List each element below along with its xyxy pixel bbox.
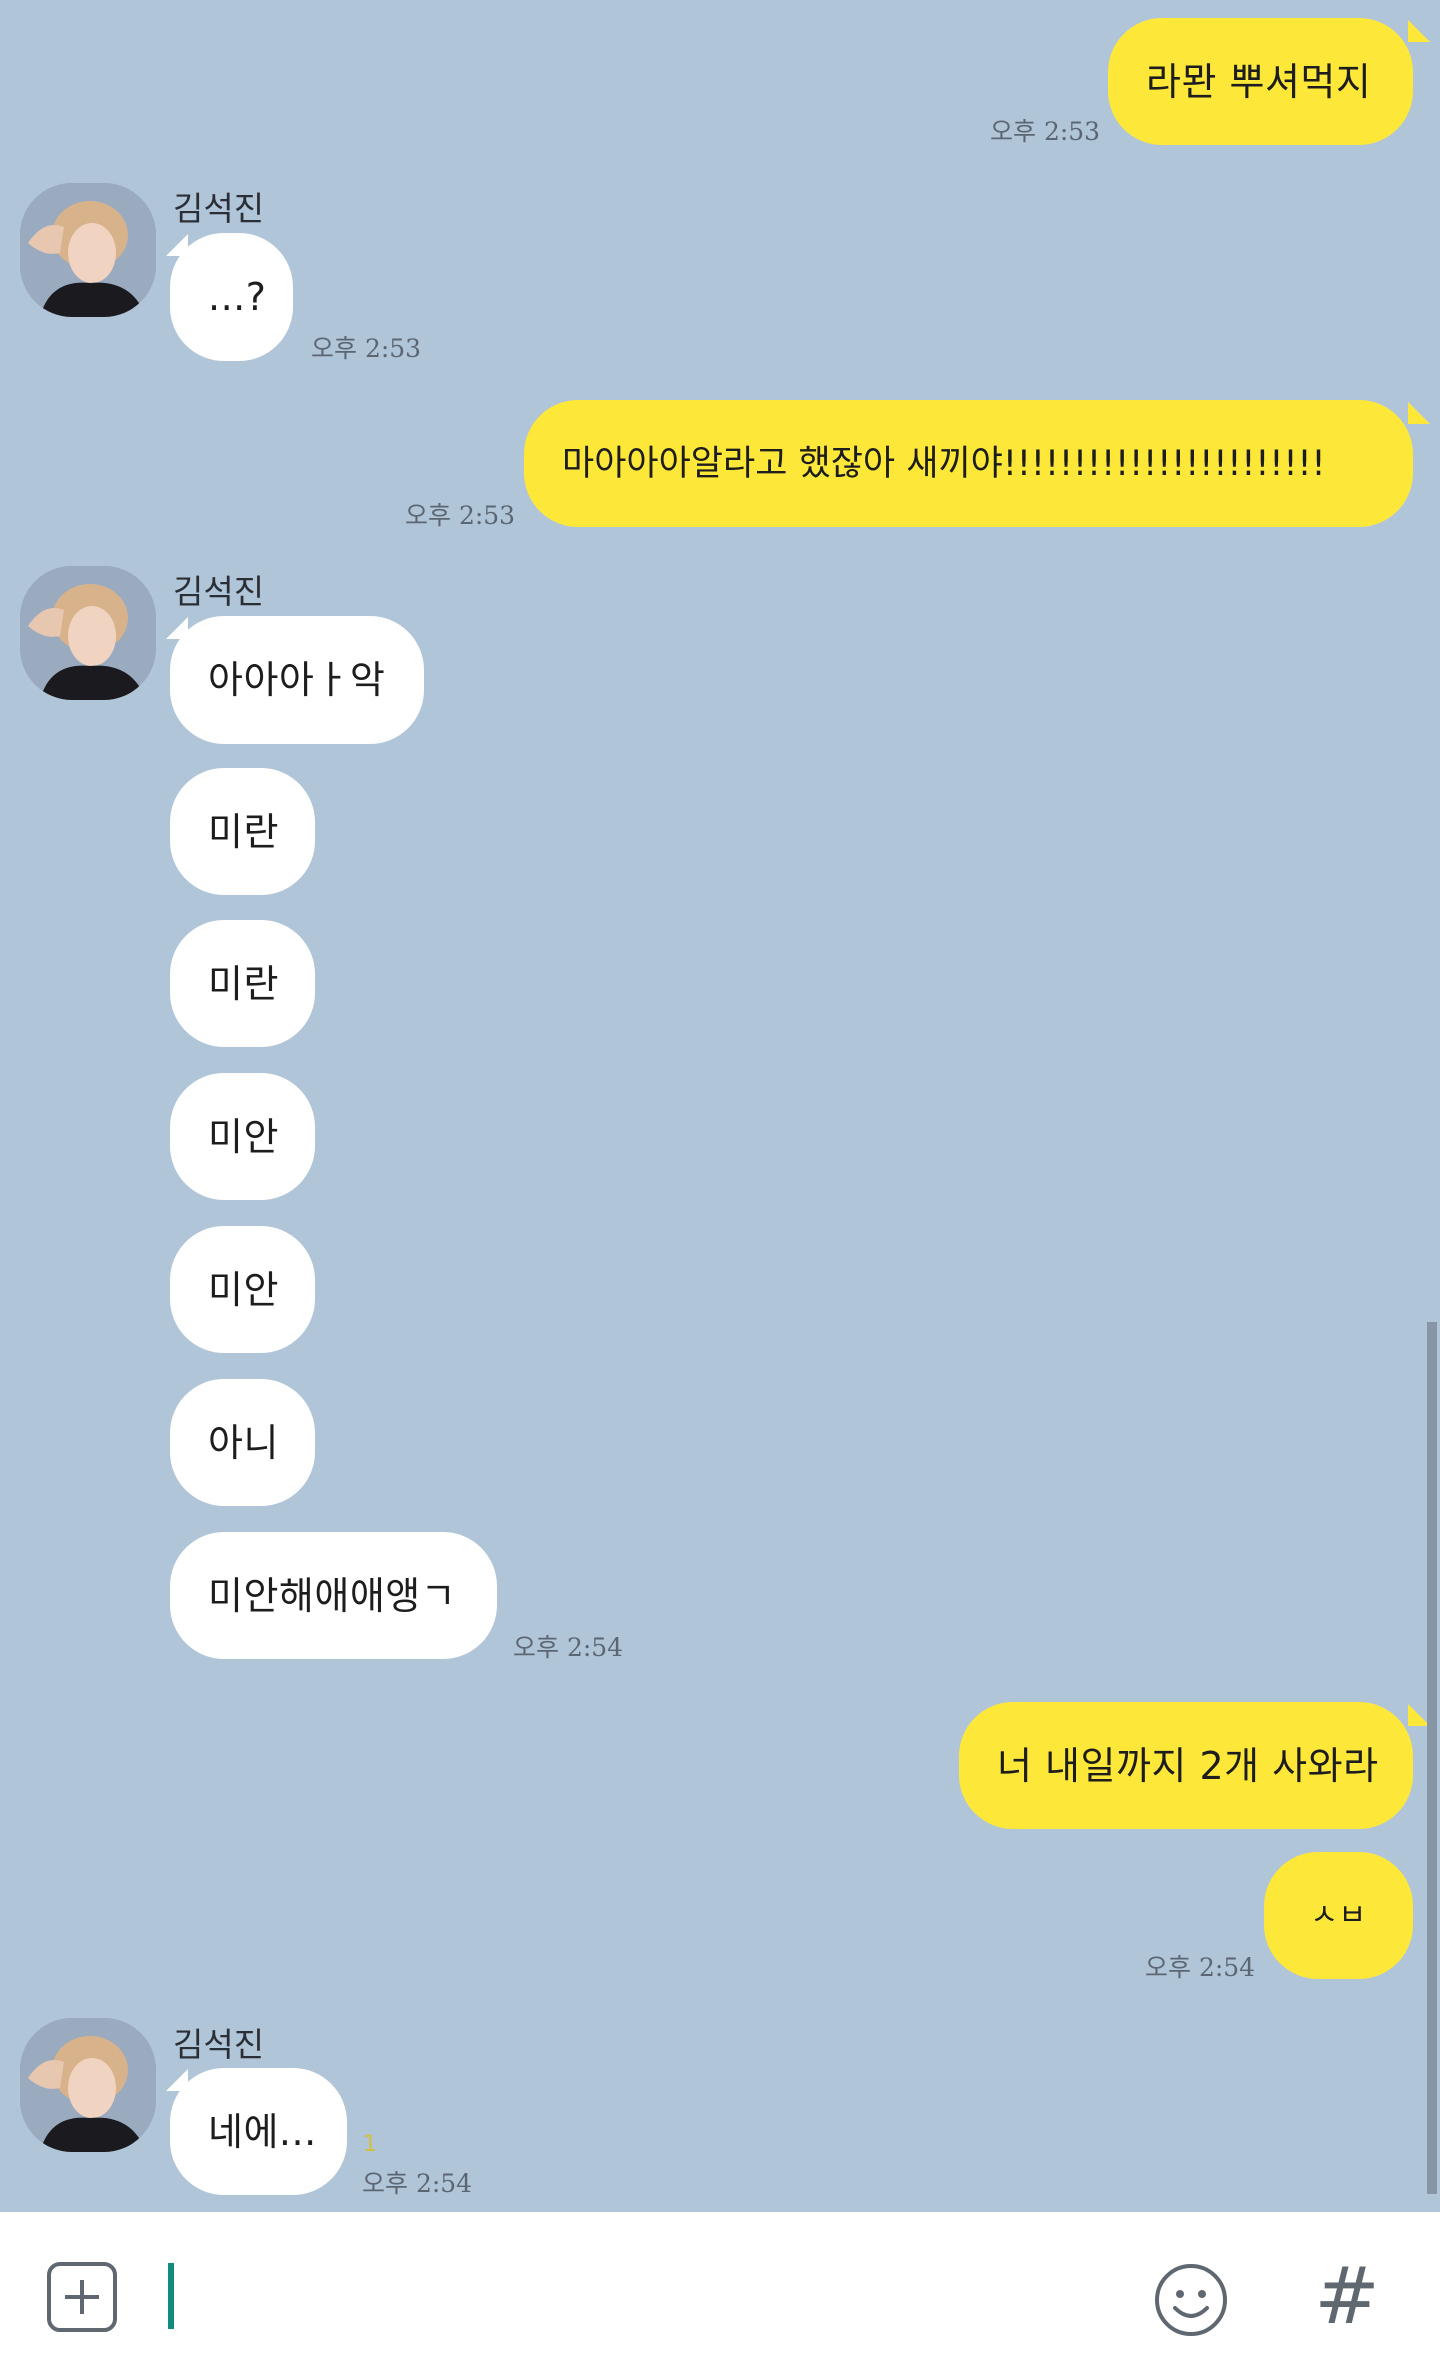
contact-avatar[interactable] [20,566,156,700]
plus-square-icon[interactable] [47,2262,117,2332]
their-message-bubble[interactable]: 미안해애애앵ㄱ [170,1532,497,1659]
contact-avatar[interactable] [20,183,156,317]
message-time: 오후 2:53 [990,117,1101,146]
unread-count: 1 [363,2132,377,2157]
hash-icon[interactable]: # [1312,2252,1382,2342]
their-message-bubble[interactable]: 미란 [170,768,315,895]
contact-name: 김석진 [173,2025,265,2064]
smiley-icon[interactable] [1153,2262,1229,2338]
bubble-tail [1408,20,1430,42]
their-message-bubble[interactable]: 아니 [170,1379,315,1506]
avatar-photo [20,183,156,317]
their-message-bubble[interactable]: 아아아ㅏ악 [170,616,424,744]
text-cursor [168,2263,174,2329]
message-time: 오후 2:54 [513,1633,624,1662]
my-message-bubble[interactable]: ㅅㅂ [1264,1852,1413,1979]
message-time: 오후 2:54 [1145,1953,1256,1982]
contact-avatar[interactable] [20,2018,156,2152]
avatar-photo [20,2018,156,2152]
scrollbar[interactable] [1427,1322,1437,2194]
chat-area[interactable]: 라뫈 뿌셔먹지 오후 2:53 김석진 ...? 오후 2:53 마아아아알라고… [0,0,1440,2212]
their-message-bubble[interactable]: 네에... [170,2068,347,2195]
message-input[interactable] [180,2252,1130,2342]
my-message-bubble[interactable]: 마아아아알라고 했잖아 새끼야!!!!!!!!!!!!!!!!!!!!!!! [524,400,1413,527]
message-composer: # [0,2212,1440,2379]
contact-name: 김석진 [173,189,265,228]
bubble-tail [1408,402,1430,424]
their-message-bubble[interactable]: 미안 [170,1073,315,1200]
avatar-photo [20,566,156,700]
message-time: 오후 2:53 [311,334,422,363]
their-message-bubble[interactable]: ...? [170,233,293,361]
their-message-bubble[interactable]: 미란 [170,920,315,1047]
their-message-bubble[interactable]: 미안 [170,1226,315,1353]
my-message-bubble[interactable]: 라뫈 뿌셔먹지 [1108,18,1413,145]
contact-name: 김석진 [173,572,265,611]
message-time: 오후 2:54 [362,2169,473,2198]
message-time: 오후 2:53 [405,501,516,530]
my-message-bubble[interactable]: 너 내일까지 2개 사와라 [959,1702,1413,1829]
